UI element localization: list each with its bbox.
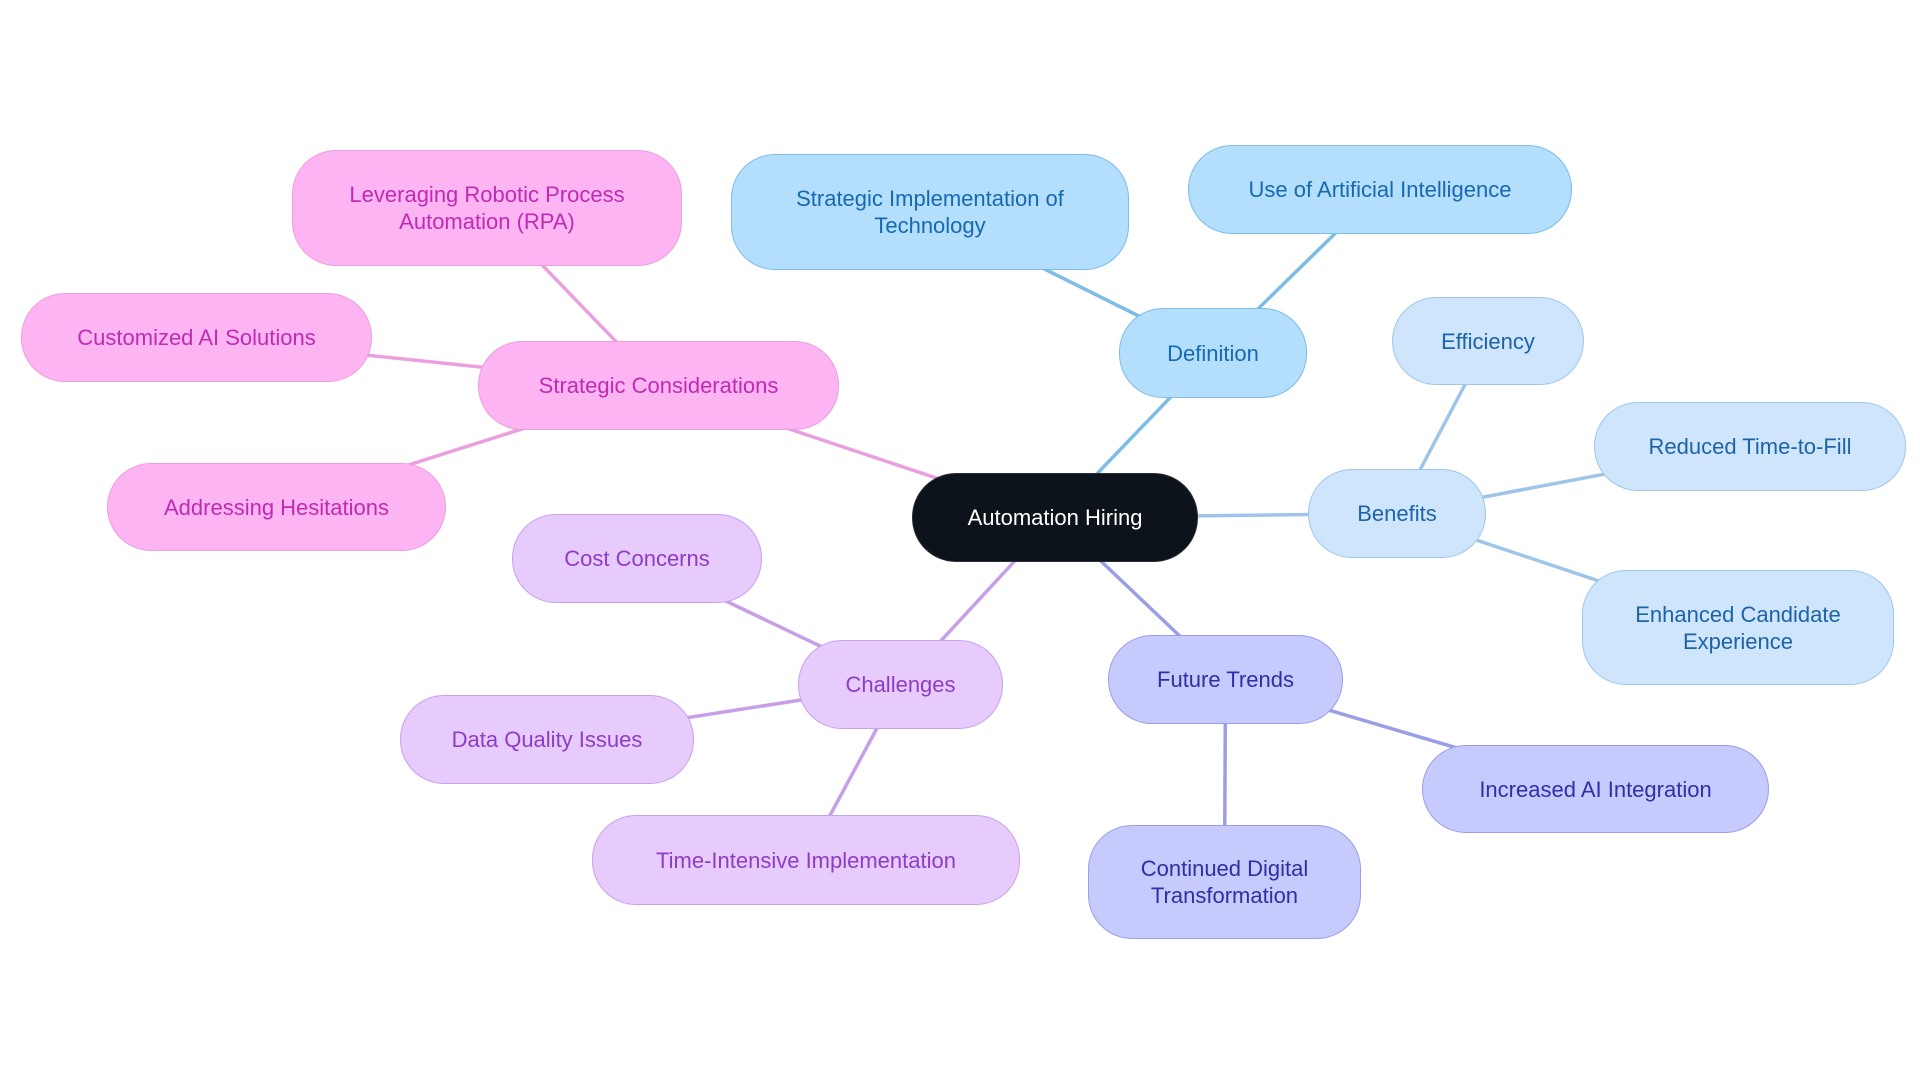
branch-node-label: Future Trends <box>1157 667 1294 692</box>
leaf-node-continued-digital-transformation[interactable]: Continued Digital Transformation <box>1088 825 1361 939</box>
branch-node-label: Strategic Considerations <box>538 373 779 398</box>
leaf-node-label: Addressing Hesitations <box>163 494 389 520</box>
branch-node-label: Definition <box>1167 340 1259 366</box>
leaf-node-label: Use of Artificial Intelligence <box>1248 177 1512 202</box>
branch-node-label: Challenges <box>845 672 956 697</box>
leaf-node-enhanced-candidate-experience[interactable]: Enhanced Candidate Experience <box>1582 570 1894 685</box>
leaf-node-cost-concerns[interactable]: Cost Concerns <box>512 514 762 603</box>
branch-node-challenges[interactable]: Challenges <box>798 640 1003 729</box>
branch-node-strategic-considerations[interactable]: Strategic Considerations <box>478 341 839 430</box>
branch-node-benefits[interactable]: Benefits <box>1308 469 1486 558</box>
leaf-node-label: Time-Intensive Implementation <box>656 847 956 873</box>
leaf-node-addressing-hesitations[interactable]: Addressing Hesitations <box>107 463 446 551</box>
leaf-node-reduced-time-to-fill[interactable]: Reduced Time-to-Fill <box>1594 402 1906 491</box>
branch-node-label: Benefits <box>1357 501 1437 526</box>
root-node-label: Automation Hiring <box>967 505 1143 530</box>
leaf-node-label: Efficiency <box>1441 328 1535 354</box>
leaf-node-label: Enhanced Candidate Experience <box>1635 601 1841 654</box>
leaf-node-label: Continued Digital Transformation <box>1140 856 1309 908</box>
leaf-node-customized-ai-solutions[interactable]: Customized AI Solutions <box>21 293 372 382</box>
leaf-node-label: Reduced Time-to-Fill <box>1648 434 1852 459</box>
leaf-node-label: Leveraging Robotic Process Automation (R… <box>349 182 625 234</box>
leaf-node-use-of-ai[interactable]: Use of Artificial Intelligence <box>1188 145 1572 234</box>
root-node[interactable]: Automation Hiring <box>912 473 1198 562</box>
leaf-node-leveraging-rpa[interactable]: Leveraging Robotic Process Automation (R… <box>292 150 682 266</box>
leaf-node-time-intensive-implementation[interactable]: Time-Intensive Implementation <box>592 815 1020 905</box>
branch-node-definition[interactable]: Definition <box>1119 308 1307 398</box>
leaf-node-data-quality-issues[interactable]: Data Quality Issues <box>400 695 694 784</box>
leaf-node-label: Data Quality Issues <box>451 727 643 752</box>
leaf-node-strategic-implementation[interactable]: Strategic Implementation of Technology <box>731 154 1129 270</box>
leaf-node-label: Strategic Implementation of Technology <box>796 186 1064 238</box>
leaf-node-label: Customized AI Solutions <box>77 325 316 350</box>
leaf-node-label: Increased AI Integration <box>1479 776 1712 802</box>
branch-node-future-trends[interactable]: Future Trends <box>1108 635 1343 724</box>
leaf-node-label: Cost Concerns <box>564 546 710 571</box>
leaf-node-increased-ai-integration[interactable]: Increased AI Integration <box>1422 745 1769 833</box>
leaf-node-efficiency[interactable]: Efficiency <box>1392 297 1584 385</box>
